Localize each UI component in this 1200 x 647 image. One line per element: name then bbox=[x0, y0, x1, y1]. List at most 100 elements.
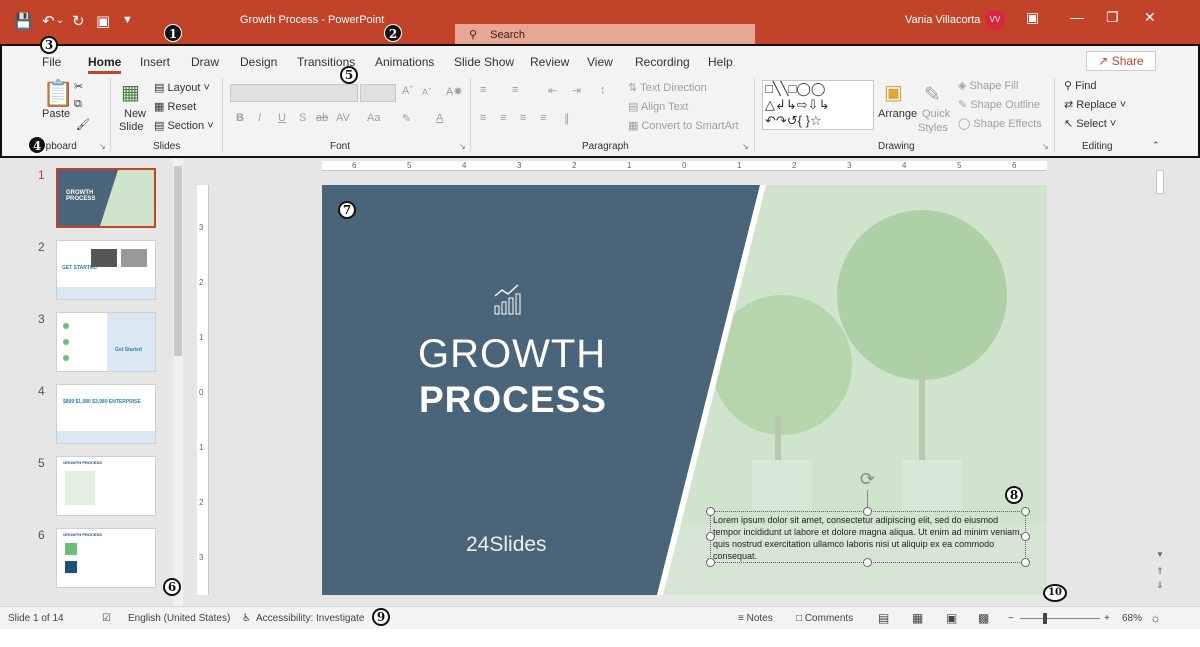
thumbnail-slide-6[interactable]: GROWTH PROCESS bbox=[56, 528, 156, 588]
accessibility-status[interactable]: Accessibility: Investigate bbox=[256, 613, 364, 624]
resize-handle[interactable] bbox=[1021, 532, 1030, 541]
tab-slide-show[interactable]: Slide Show bbox=[454, 55, 514, 69]
customize-toolbar-icon[interactable]: ▼ bbox=[122, 14, 133, 26]
tab-file[interactable]: File bbox=[42, 55, 61, 69]
shape-effects-button[interactable]: ◯ Shape Effects bbox=[958, 117, 1042, 130]
slide-title-line2[interactable]: PROCESS bbox=[419, 379, 607, 421]
zoom-level[interactable]: 68% bbox=[1122, 613, 1142, 624]
shadow-icon[interactable]: S bbox=[299, 112, 306, 124]
shapes-gallery[interactable]: □╲╲□◯◯ △↲↳⇨⇩↳ ↶↷↺{ }☆ bbox=[762, 80, 874, 130]
tab-draw[interactable]: Draw bbox=[191, 55, 219, 69]
convert-smartart-button[interactable]: ▦ Convert to SmartArt bbox=[628, 119, 739, 132]
slideshow-view-icon[interactable]: ▩ bbox=[978, 611, 989, 625]
accessibility-icon[interactable]: ♿ bbox=[242, 613, 251, 624]
tab-help[interactable]: Help bbox=[708, 55, 733, 69]
search-input[interactable]: ⚲ Search bbox=[455, 24, 755, 44]
notes-button[interactable]: ≡ Notes bbox=[738, 613, 773, 624]
save-icon[interactable]: 💾 bbox=[14, 12, 33, 30]
avatar[interactable]: VV bbox=[985, 10, 1005, 30]
clear-formatting-icon[interactable]: A✸ bbox=[446, 85, 463, 98]
underline-icon[interactable]: U bbox=[278, 112, 286, 124]
font-family-select[interactable] bbox=[230, 84, 358, 102]
thumbnail-slide-1[interactable]: GROWTH PROCESS bbox=[56, 168, 156, 228]
columns-icon[interactable]: ∥ bbox=[564, 112, 570, 125]
layout-button[interactable]: ▤ Layout ˅ bbox=[154, 81, 210, 94]
tab-view[interactable]: View bbox=[587, 55, 613, 69]
bold-icon[interactable]: B bbox=[236, 112, 244, 124]
zoom-slider-knob[interactable] bbox=[1043, 613, 1047, 624]
present-icon[interactable]: ▣ bbox=[96, 12, 110, 30]
font-color-icon[interactable]: A bbox=[436, 112, 443, 124]
section-button[interactable]: ▤ Section ˅ bbox=[154, 119, 214, 132]
text-direction-button[interactable]: ⇅ Text Direction bbox=[628, 81, 707, 94]
next-slide-icon[interactable]: ⇓ bbox=[1156, 580, 1164, 591]
slide-scrollbar[interactable]: ▼ ⇑ ⇓ bbox=[1154, 158, 1166, 606]
slide-scroll-thumb[interactable] bbox=[1156, 170, 1164, 194]
format-painter-icon[interactable]: 🖌 bbox=[76, 118, 90, 131]
thumbnail-slide-3[interactable]: Get Started bbox=[56, 312, 156, 372]
slide-canvas[interactable]: GROWTH PROCESS 24Slides ⟳ Lorem ipsum do… bbox=[322, 185, 1047, 595]
justify-icon[interactable]: ≡ bbox=[540, 112, 546, 124]
align-left-icon[interactable]: ≡ bbox=[480, 112, 486, 124]
decrease-font-icon[interactable]: Aˇ bbox=[422, 87, 431, 97]
resize-handle[interactable] bbox=[863, 558, 872, 567]
quick-styles-icon[interactable]: ✎ bbox=[924, 82, 941, 107]
resize-handle[interactable] bbox=[1021, 507, 1030, 516]
resize-handle[interactable] bbox=[1021, 558, 1030, 567]
font-launcher-icon[interactable]: ↘ bbox=[459, 142, 466, 151]
undo-icon[interactable]: ↶ bbox=[42, 12, 55, 30]
resize-handle[interactable] bbox=[706, 558, 715, 567]
zoom-out-icon[interactable]: − bbox=[1008, 613, 1014, 624]
paste-icon[interactable]: 📋 bbox=[42, 78, 74, 109]
tab-design[interactable]: Design bbox=[240, 55, 277, 69]
comments-button[interactable]: □ Comments bbox=[796, 613, 853, 624]
tab-animations[interactable]: Animations bbox=[375, 55, 434, 69]
selected-text-box[interactable]: Lorem ipsum dolor sit amet, consectetur … bbox=[710, 511, 1026, 563]
share-button[interactable]: ↗ Share bbox=[1086, 51, 1156, 71]
cut-icon[interactable]: ✂ bbox=[74, 80, 83, 93]
highlight-icon[interactable]: ✎ bbox=[402, 112, 411, 125]
increase-indent-icon[interactable]: ⇥ bbox=[572, 84, 581, 97]
language-status[interactable]: English (United States) bbox=[128, 613, 230, 624]
resize-handle[interactable] bbox=[706, 507, 715, 516]
new-slide-label-2[interactable]: Slide bbox=[119, 121, 143, 133]
drawing-launcher-icon[interactable]: ↘ bbox=[1042, 142, 1049, 151]
paste-button[interactable]: Paste bbox=[42, 108, 70, 120]
resize-handle[interactable] bbox=[706, 532, 715, 541]
paragraph-launcher-icon[interactable]: ↘ bbox=[742, 142, 749, 151]
bullets-icon[interactable]: ≡ bbox=[480, 84, 486, 96]
align-right-icon[interactable]: ≡ bbox=[520, 112, 526, 124]
thumbnails-scroll-thumb[interactable] bbox=[174, 166, 182, 356]
font-size-select[interactable] bbox=[360, 84, 396, 102]
normal-view-icon[interactable]: ▤ bbox=[878, 611, 889, 625]
increase-font-icon[interactable]: Aˆ bbox=[402, 85, 413, 97]
thumbnail-slide-2[interactable]: GET STARTED bbox=[56, 240, 156, 300]
minimize-icon[interactable]: — bbox=[1070, 9, 1084, 25]
close-icon[interactable]: ✕ bbox=[1144, 9, 1156, 26]
select-button[interactable]: ↖ Select ˅ bbox=[1064, 117, 1116, 130]
tab-review[interactable]: Review bbox=[530, 55, 569, 69]
quick-styles-label-1[interactable]: Quick bbox=[922, 108, 950, 120]
arrange-button[interactable]: Arrange bbox=[878, 108, 917, 120]
resize-handle[interactable] bbox=[863, 507, 872, 516]
collapse-ribbon-icon[interactable]: ⌃ bbox=[1152, 140, 1160, 151]
spelling-icon[interactable]: ☑ bbox=[102, 613, 111, 624]
fit-to-window-icon[interactable]: ☼ bbox=[1150, 611, 1161, 625]
clipboard-launcher-icon[interactable]: ↘ bbox=[99, 142, 106, 151]
rotate-handle-icon[interactable]: ⟳ bbox=[860, 469, 875, 490]
new-slide-icon[interactable]: ▦ bbox=[121, 80, 140, 105]
copy-icon[interactable]: ⧉ bbox=[74, 98, 82, 111]
numbering-icon[interactable]: ≡ bbox=[512, 84, 518, 96]
user-name[interactable]: Vania Villacorta bbox=[905, 14, 980, 26]
ribbon-display-icon[interactable]: ▣ bbox=[1026, 9, 1039, 26]
thumbnail-slide-5[interactable]: GROWTH PROCESS bbox=[56, 456, 156, 516]
decrease-indent-icon[interactable]: ⇤ bbox=[548, 84, 557, 97]
zoom-slider[interactable] bbox=[1020, 618, 1100, 619]
arrange-icon[interactable]: ▣ bbox=[884, 80, 903, 105]
quick-styles-label-2[interactable]: Styles bbox=[918, 122, 948, 134]
change-case-icon[interactable]: Aa bbox=[367, 112, 380, 124]
shape-outline-button[interactable]: ✎ Shape Outline bbox=[958, 98, 1040, 111]
italic-icon[interactable]: I bbox=[258, 112, 261, 124]
thumbnails-scrollbar[interactable] bbox=[173, 158, 183, 606]
slide-logo[interactable]: 24Slides bbox=[466, 533, 547, 557]
